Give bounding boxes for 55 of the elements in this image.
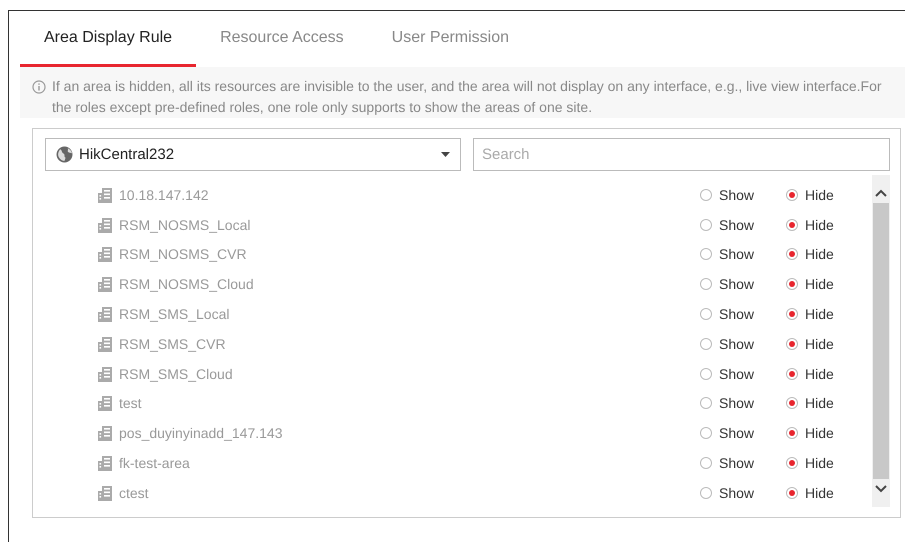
area-name: RSM_NOSMS_CVR: [119, 246, 248, 262]
radio-option[interactable]: Show: [700, 455, 786, 472]
radio-option[interactable]: Show: [700, 336, 786, 352]
area-name: RSM_NOSMS_Local: [119, 216, 252, 233]
area-name: 10.18.147.142: [119, 186, 210, 203]
building-icon: [97, 306, 113, 322]
area-name: pos_duyinyinadd_147.143: [119, 425, 284, 442]
search-field[interactable]: Search: [473, 138, 890, 171]
area-name: test: [119, 395, 143, 412]
radio-option[interactable]: Hide: [786, 246, 872, 262]
building-icon: [97, 395, 113, 412]
area-name: ctest: [119, 484, 150, 501]
scrollbar[interactable]: [872, 175, 890, 507]
building-icon: [97, 246, 113, 262]
radio-option[interactable]: Hide: [786, 425, 872, 442]
building-icon: [97, 276, 113, 292]
radio-option[interactable]: Show: [700, 425, 786, 442]
radio-option[interactable]: Hide: [786, 306, 872, 322]
area-name: RSM_SMS_Cloud: [119, 366, 234, 382]
building-icon: [97, 484, 113, 501]
radio-option[interactable]: Hide: [786, 186, 872, 203]
radio-option[interactable]: Show: [700, 366, 786, 382]
radio-option[interactable]: Hide: [786, 484, 872, 501]
radio-option[interactable]: Hide: [786, 366, 872, 382]
radio-option[interactable]: Hide: [786, 455, 872, 472]
radio-option[interactable]: Hide: [786, 216, 872, 233]
radio-option[interactable]: Show: [700, 306, 786, 322]
radio-option[interactable]: Hide: [786, 395, 872, 412]
area-name: RSM_NOSMS_Cloud: [119, 276, 255, 292]
area-name: RSM_SMS_CVR: [119, 336, 227, 352]
radio-option[interactable]: Show: [700, 484, 786, 501]
caret-icon: [441, 152, 450, 157]
radio-option[interactable]: Show: [700, 216, 786, 233]
area-name: fk-test-area: [119, 455, 191, 472]
radio-option[interactable]: Show: [700, 186, 786, 203]
chevron-down-icon: [875, 485, 887, 493]
area-name: RSM_SMS_Local: [119, 306, 230, 322]
building-icon: [97, 366, 113, 382]
info-icon: [32, 80, 46, 94]
radio-option[interactable]: Hide: [786, 336, 872, 352]
tab[interactable]: Resource Access: [196, 11, 368, 67]
chevron-up-icon: [875, 189, 887, 197]
globe-icon: [56, 146, 73, 163]
building-icon: [97, 425, 113, 442]
radio-option[interactable]: Show: [700, 395, 786, 412]
radio-option[interactable]: Show: [700, 276, 786, 292]
tab[interactable]: User Permission: [368, 11, 534, 67]
radio-option[interactable]: Hide: [786, 276, 872, 292]
radio-option[interactable]: Show: [700, 246, 786, 262]
building-icon: [97, 186, 113, 203]
info-text: If an area is hidden, all its resources are invisible to the user, and the area will not display on any interface, e.g., live view interface.For the roles except pre-defined roles, one role only supports to show the areas of one site.: [52, 77, 883, 117]
building-icon: [97, 216, 113, 233]
site-dropdown[interactable]: HikCentral232: [45, 138, 461, 171]
building-icon: [97, 455, 113, 472]
building-icon: [97, 336, 113, 352]
